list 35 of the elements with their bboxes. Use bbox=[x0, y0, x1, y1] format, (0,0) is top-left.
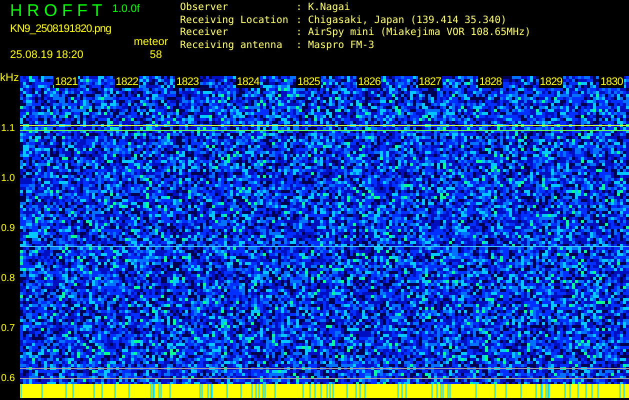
info-label: Receiver bbox=[180, 27, 230, 40]
minute-label: 1828 bbox=[478, 76, 503, 88]
minute-label: 1821 bbox=[54, 76, 78, 88]
filename-label: KN9_2508191820.png bbox=[10, 22, 112, 36]
minute-label: 1827 bbox=[418, 76, 442, 88]
minute-label: 1830 bbox=[599, 76, 624, 88]
minute-label: 1826 bbox=[357, 76, 382, 88]
info-separator: : bbox=[296, 40, 304, 52]
info-separator: : bbox=[296, 2, 304, 14]
axis-unit-label: kHz bbox=[0, 72, 19, 84]
app-title: H R O F F T bbox=[10, 2, 102, 20]
minute-label: 1822 bbox=[114, 76, 140, 88]
axis-label: 0.8 bbox=[1, 273, 15, 285]
minute-label: 1829 bbox=[538, 76, 564, 88]
info-separator: : bbox=[296, 27, 304, 40]
minute-label: 1825 bbox=[296, 76, 321, 88]
info-value: Maspro FM-3 bbox=[308, 40, 374, 52]
info-label: Observer bbox=[180, 2, 230, 14]
meteor-label: meteor bbox=[134, 36, 168, 48]
axis-label: 1.0 bbox=[1, 173, 15, 185]
info-value: K.Nagai bbox=[308, 2, 350, 14]
minute-label: 1824 bbox=[236, 76, 260, 88]
axis-label: 1.1 bbox=[1, 123, 15, 135]
axis-label: 0.7 bbox=[1, 323, 15, 335]
version-label: 1.0.0f bbox=[112, 2, 140, 16]
info-label: Receiving antenna bbox=[180, 40, 284, 52]
axis-label: 0.9 bbox=[1, 223, 15, 235]
minute-label: 1823 bbox=[175, 76, 200, 88]
datetime-label: 25.08.19 18:20 bbox=[10, 48, 84, 62]
meteor-count: 58 bbox=[150, 48, 162, 62]
info-value: AirSpy mini (Miakejima VOR 108.65MHz) bbox=[308, 27, 531, 40]
info-label: Receiving Location bbox=[180, 14, 290, 27]
info-separator: : bbox=[296, 14, 304, 27]
info-value: Chigasaki, Japan (139.414 35.340) bbox=[308, 14, 507, 27]
axis-label: 0.6 bbox=[1, 373, 15, 385]
